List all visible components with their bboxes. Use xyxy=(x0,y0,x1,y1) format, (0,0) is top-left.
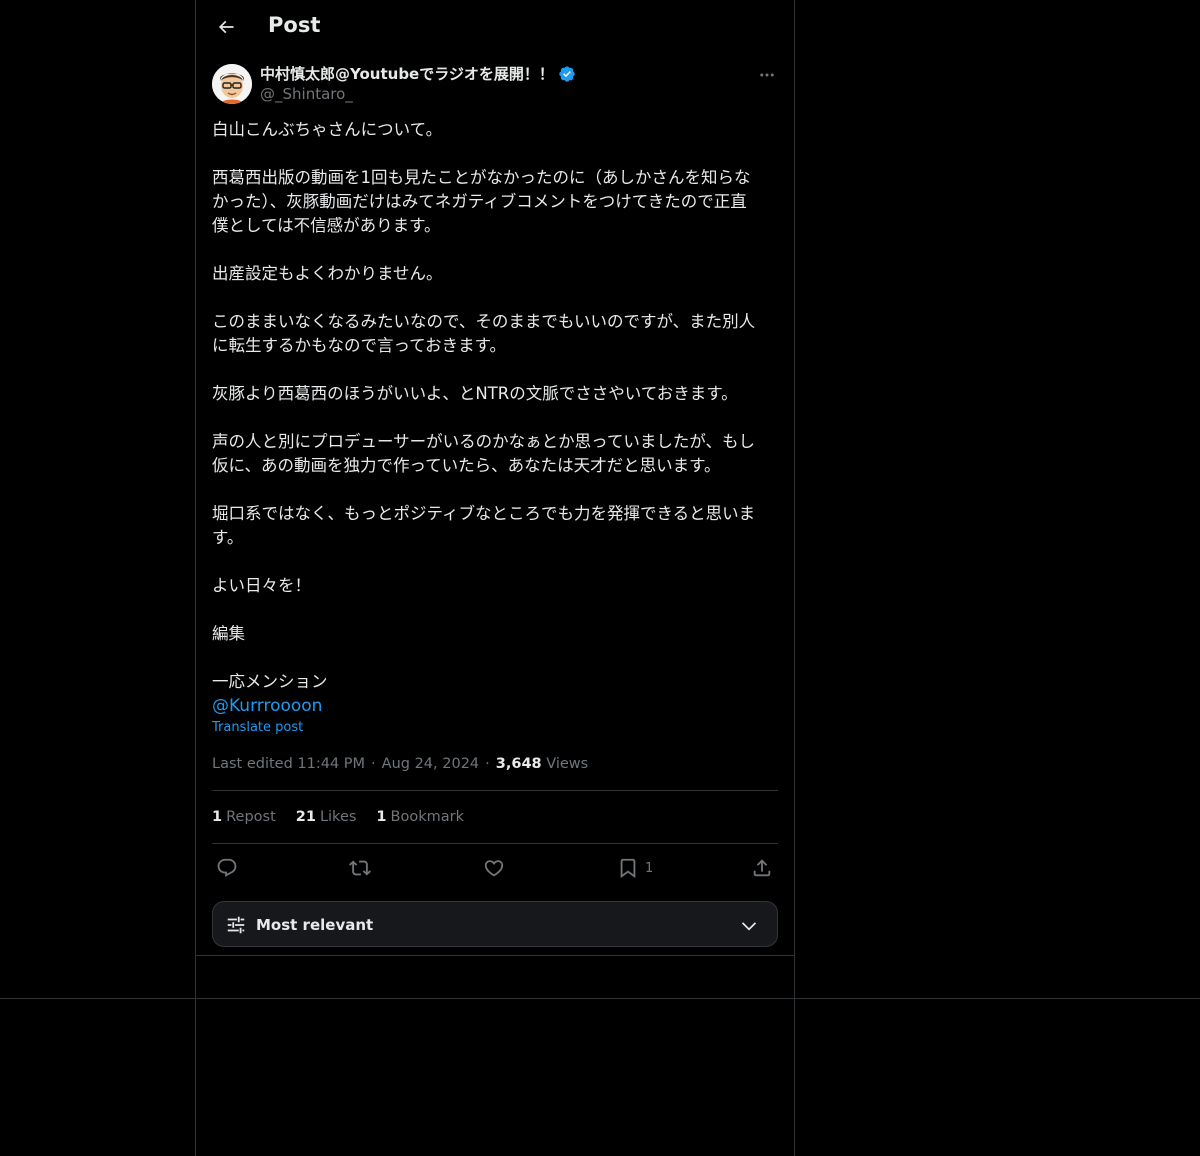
bookmark-count: 1 xyxy=(645,860,654,876)
reply-icon xyxy=(217,858,237,877)
post-text-line: 堀口系ではなく、もっとポジティブなところでも力を発揮できると思いま xyxy=(212,504,756,523)
post-text-line: 白山こんぶちゃさんについて。 xyxy=(212,120,443,139)
likes-stat[interactable]: 21 Likes xyxy=(296,809,357,825)
page-header: Post xyxy=(196,0,794,54)
views-count-group: 3,648 Views xyxy=(496,754,588,774)
mention-link[interactable]: @Kurrroooon xyxy=(212,694,778,718)
reposts-stat[interactable]: 1 Repost xyxy=(212,809,276,825)
reply-sort-dropdown[interactable]: Most relevant xyxy=(212,901,778,947)
post-text: 白山こんぶちゃさんについて。西葛西出版の動画を1回も見たことがなかったのに（あし… xyxy=(212,118,778,694)
post-text-line: このままいなくなるみたいなので、そのままでもいいのですが、また別人 xyxy=(212,312,756,331)
reply-button[interactable] xyxy=(216,856,238,880)
bookmark-icon xyxy=(620,858,636,879)
post-text-line: 一応メンション xyxy=(212,672,328,691)
sliders-icon xyxy=(227,916,245,934)
post-text-line: 僕としては不信感があります。 xyxy=(212,216,441,235)
likes-count: 21 xyxy=(295,809,316,825)
repost-button[interactable] xyxy=(349,856,371,880)
post-text-line: 仮に、あの動画を独力で作っていたら、あなたは天才だと思います。 xyxy=(212,456,721,475)
author-names: 中村慎太郎@Youtubeでラジオを展開！！ @_Shintaro_ xyxy=(260,64,576,104)
translate-post-link[interactable]: Translate post xyxy=(212,720,778,736)
post-text-line: に転生するかもなので言っておきます。 xyxy=(212,336,507,355)
display-name-text: 中村慎太郎@Youtubeでラジオを展開！！ xyxy=(260,65,554,83)
arrow-left-icon xyxy=(218,20,234,34)
share-icon xyxy=(753,859,771,877)
bookmarks-label: Bookmark xyxy=(390,809,464,825)
chevron-down-icon xyxy=(741,922,757,931)
post-text-line: 灰豚より西葛西のほうがいいよ、とNTRの文脈でささやいておきます。 xyxy=(212,384,738,403)
heart-icon xyxy=(484,860,504,877)
engagement-stats: 1 Repost 21 Likes 1 Bookmark xyxy=(212,791,778,843)
sort-label: Most relevant xyxy=(256,916,374,934)
post-text-line: よい日々を！ xyxy=(212,576,311,595)
bookmarks-count: 1 xyxy=(376,809,387,825)
avatar-image xyxy=(212,64,252,104)
share-button[interactable] xyxy=(751,856,773,880)
action-bar: 1 xyxy=(212,844,778,892)
post-text-line: 声の人と別にプロデューサーがいるのかなぁとか思っていましたが、もし xyxy=(212,432,756,451)
more-dots-icon xyxy=(760,73,774,77)
views-count: 3,648 xyxy=(495,756,542,772)
post-text-line: かった）、灰豚動画だけはみてネガティブコメントをつけてきたので正直 xyxy=(212,192,747,211)
bookmark-button[interactable]: 1 xyxy=(617,856,653,880)
bookmarks-stat[interactable]: 1 Bookmark xyxy=(376,809,464,825)
post-date[interactable]: Aug 24, 2024 xyxy=(382,754,480,774)
author-handle[interactable]: @_Shintaro_ xyxy=(260,84,576,104)
author-display-name[interactable]: 中村慎太郎@Youtubeでラジオを展開！！ xyxy=(260,64,576,84)
views-label: Views xyxy=(546,756,589,772)
post: 中村慎太郎@Youtubeでラジオを展開！！ @_Shintaro_ 白山こんぶ… xyxy=(212,64,778,892)
page-title: Post xyxy=(268,13,321,37)
avatar[interactable] xyxy=(212,64,252,104)
author-row: 中村慎太郎@Youtubeでラジオを展開！！ @_Shintaro_ xyxy=(212,64,778,108)
verified-badge-icon xyxy=(559,66,575,82)
main-column: Post 中村慎太郎@Youtubeでラジオを展開！！ @_Shintaro_ … xyxy=(195,0,795,1156)
post-text-line: 出産設定もよくわかりません。 xyxy=(212,264,443,283)
repost-icon xyxy=(349,860,371,876)
divider xyxy=(196,955,794,956)
like-button[interactable] xyxy=(483,856,505,880)
more-options-button[interactable] xyxy=(756,64,778,86)
likes-label: Likes xyxy=(319,809,357,825)
post-meta: Last edited 11:44 PM · Aug 24, 2024 · 3,… xyxy=(212,754,778,774)
meta-separator: · xyxy=(485,756,490,772)
reposts-label: Repost xyxy=(226,809,276,825)
edited-timestamp[interactable]: Last edited 11:44 PM xyxy=(212,754,365,774)
post-text-line: 編集 xyxy=(212,624,245,643)
back-button[interactable] xyxy=(208,9,244,45)
reposts-count: 1 xyxy=(212,809,223,825)
post-text-line: す。 xyxy=(212,528,244,547)
post-text-line: 西葛西出版の動画を1回も見たことがなかったのに（あしかさんを知らな xyxy=(212,168,751,187)
meta-separator: · xyxy=(371,756,376,772)
